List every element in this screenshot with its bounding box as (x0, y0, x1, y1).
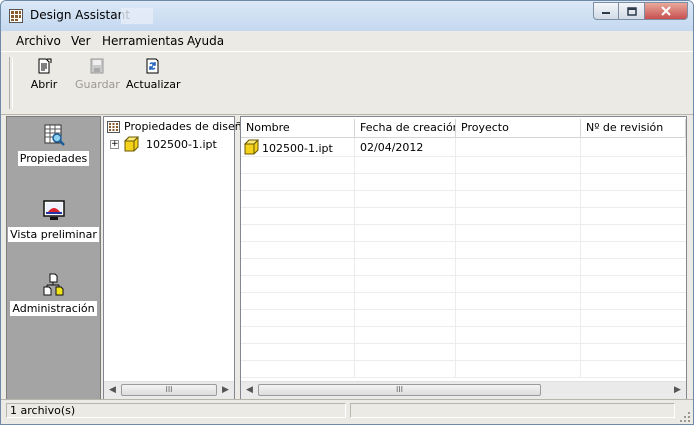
empty-row (241, 174, 686, 191)
save-button-label: Guardar (75, 78, 120, 91)
toolbar-grip[interactable] (9, 57, 13, 109)
scroll-right-arrow[interactable]: ▶ (217, 382, 234, 399)
nav-item-vista-preliminar[interactable]: Vista preliminar (7, 199, 100, 242)
save-button[interactable]: Guardar (75, 58, 120, 98)
list-hscrollbar[interactable]: ◀ III ▶ (241, 381, 686, 399)
table-row[interactable]: 102500-1.ipt 02/04/2012 (241, 138, 686, 157)
tree-node-label: 102500-1.ipt (146, 138, 217, 151)
app-grid-icon (9, 9, 23, 23)
toolbar-divider (1, 114, 693, 115)
empty-row (241, 242, 686, 259)
status-panel-empty (350, 403, 675, 418)
refresh-button[interactable]: Actualizar (126, 58, 181, 98)
tree-scroll-thumb[interactable]: III (121, 384, 217, 396)
list-scroll-thumb[interactable]: III (258, 384, 541, 396)
refresh-icon (146, 58, 159, 74)
nav-label-vista-preliminar: Vista preliminar (8, 227, 99, 242)
minimize-button[interactable] (593, 2, 619, 20)
file-name: 102500-1.ipt (262, 142, 333, 155)
tree-grid-icon (107, 121, 120, 133)
nav-item-propiedades[interactable]: Propiedades (7, 123, 100, 166)
close-icon (661, 6, 671, 16)
empty-row (241, 327, 686, 344)
cell-nombre: 102500-1.ipt (241, 138, 355, 157)
tree-expander[interactable]: + (110, 140, 119, 149)
tree-node[interactable]: + 102500-1.ipt (108, 136, 233, 154)
column-header-nombre[interactable]: Nombre (241, 119, 355, 137)
open-document-icon (38, 58, 52, 74)
empty-row (241, 344, 686, 361)
caption-buttons (593, 2, 688, 20)
open-button[interactable]: Abrir (27, 58, 61, 98)
menu-ver[interactable]: Ver (71, 34, 91, 48)
menu-archivo[interactable]: Archivo (16, 34, 61, 48)
empty-row (241, 361, 686, 378)
open-button-label: Abrir (30, 78, 58, 91)
minimize-icon (602, 12, 610, 14)
nav-label-administracion: Administración (10, 301, 97, 316)
window-title: Design Assistant (30, 8, 130, 22)
cell-fecha: 02/04/2012 (355, 138, 456, 157)
tree-pane: Propiedades de diseño + 102500-1.ipt ◀ I… (103, 116, 248, 400)
app-window: Design Assistant Archivo Ver Herramienta… (0, 0, 694, 425)
scroll-left-arrow[interactable]: ◀ (104, 382, 121, 399)
resize-grip-icon[interactable] (679, 411, 691, 423)
refresh-button-label: Actualizar (126, 78, 181, 91)
menu-bar: Archivo Ver Herramientas Ayuda (1, 32, 693, 50)
tree-hscrollbar[interactable]: ◀ III ▶ (104, 381, 234, 399)
title-redacted-area (121, 8, 153, 24)
menu-herramientas[interactable]: Herramientas (102, 34, 184, 48)
empty-row (241, 276, 686, 293)
cell-revision (581, 138, 686, 157)
scroll-left-arrow[interactable]: ◀ (241, 382, 258, 399)
scroll-right-arrow[interactable]: ▶ (669, 382, 686, 399)
empty-row (241, 259, 686, 276)
cell-proyecto (456, 138, 581, 157)
list-header: Nombre Fecha de creación Proyecto Nº de … (241, 119, 686, 138)
empty-row (241, 293, 686, 310)
column-header-revision[interactable]: Nº de revisión (581, 119, 686, 137)
title-bar[interactable]: Design Assistant (1, 1, 693, 31)
empty-row (241, 157, 686, 174)
save-disk-icon (90, 58, 104, 74)
maximize-icon (626, 6, 637, 16)
empty-row (241, 191, 686, 208)
close-button[interactable] (645, 2, 688, 20)
status-text: 1 archivo(s) (6, 403, 346, 418)
nav-label-propiedades: Propiedades (17, 151, 90, 166)
column-header-proyecto[interactable]: Proyecto (456, 119, 581, 137)
tree-header-label: Propiedades de diseño (124, 120, 249, 133)
column-header-fecha[interactable]: Fecha de creación (355, 119, 456, 137)
part-cube-icon (243, 139, 259, 155)
empty-row (241, 310, 686, 327)
maximize-button[interactable] (619, 2, 645, 20)
status-bar: 1 archivo(s) (1, 399, 693, 424)
menu-ayuda[interactable]: Ayuda (187, 34, 224, 48)
hierarchy-files-icon (43, 273, 63, 296)
monitor-preview-icon (42, 200, 65, 220)
properties-grid-icon (44, 124, 65, 146)
tree-header: Propiedades de diseño (104, 119, 248, 135)
part-cube-icon (123, 136, 139, 152)
nav-sidebar: Propiedades Vista preliminar Administrac… (6, 116, 101, 400)
empty-row (241, 208, 686, 225)
empty-row (241, 225, 686, 242)
toolbar: Abrir Guardar Actualizar (1, 51, 693, 115)
file-list-pane: Nombre Fecha de creación Proyecto Nº de … (240, 116, 687, 400)
nav-item-administracion[interactable]: Administración (7, 273, 100, 316)
